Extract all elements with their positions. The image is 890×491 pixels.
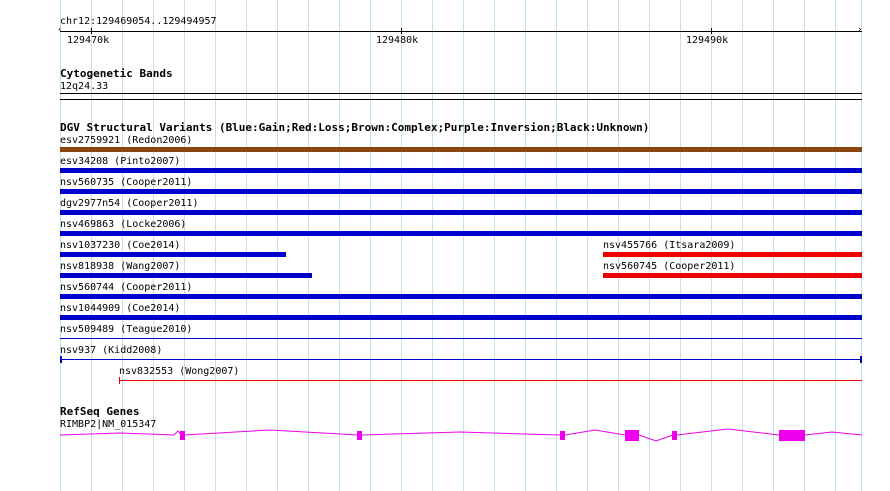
genome-browser-view: chr12:129469054..129494957 ‹ › 129470k 1… bbox=[0, 0, 890, 491]
gene-model[interactable] bbox=[0, 0, 890, 491]
gene-exons bbox=[180, 430, 805, 441]
